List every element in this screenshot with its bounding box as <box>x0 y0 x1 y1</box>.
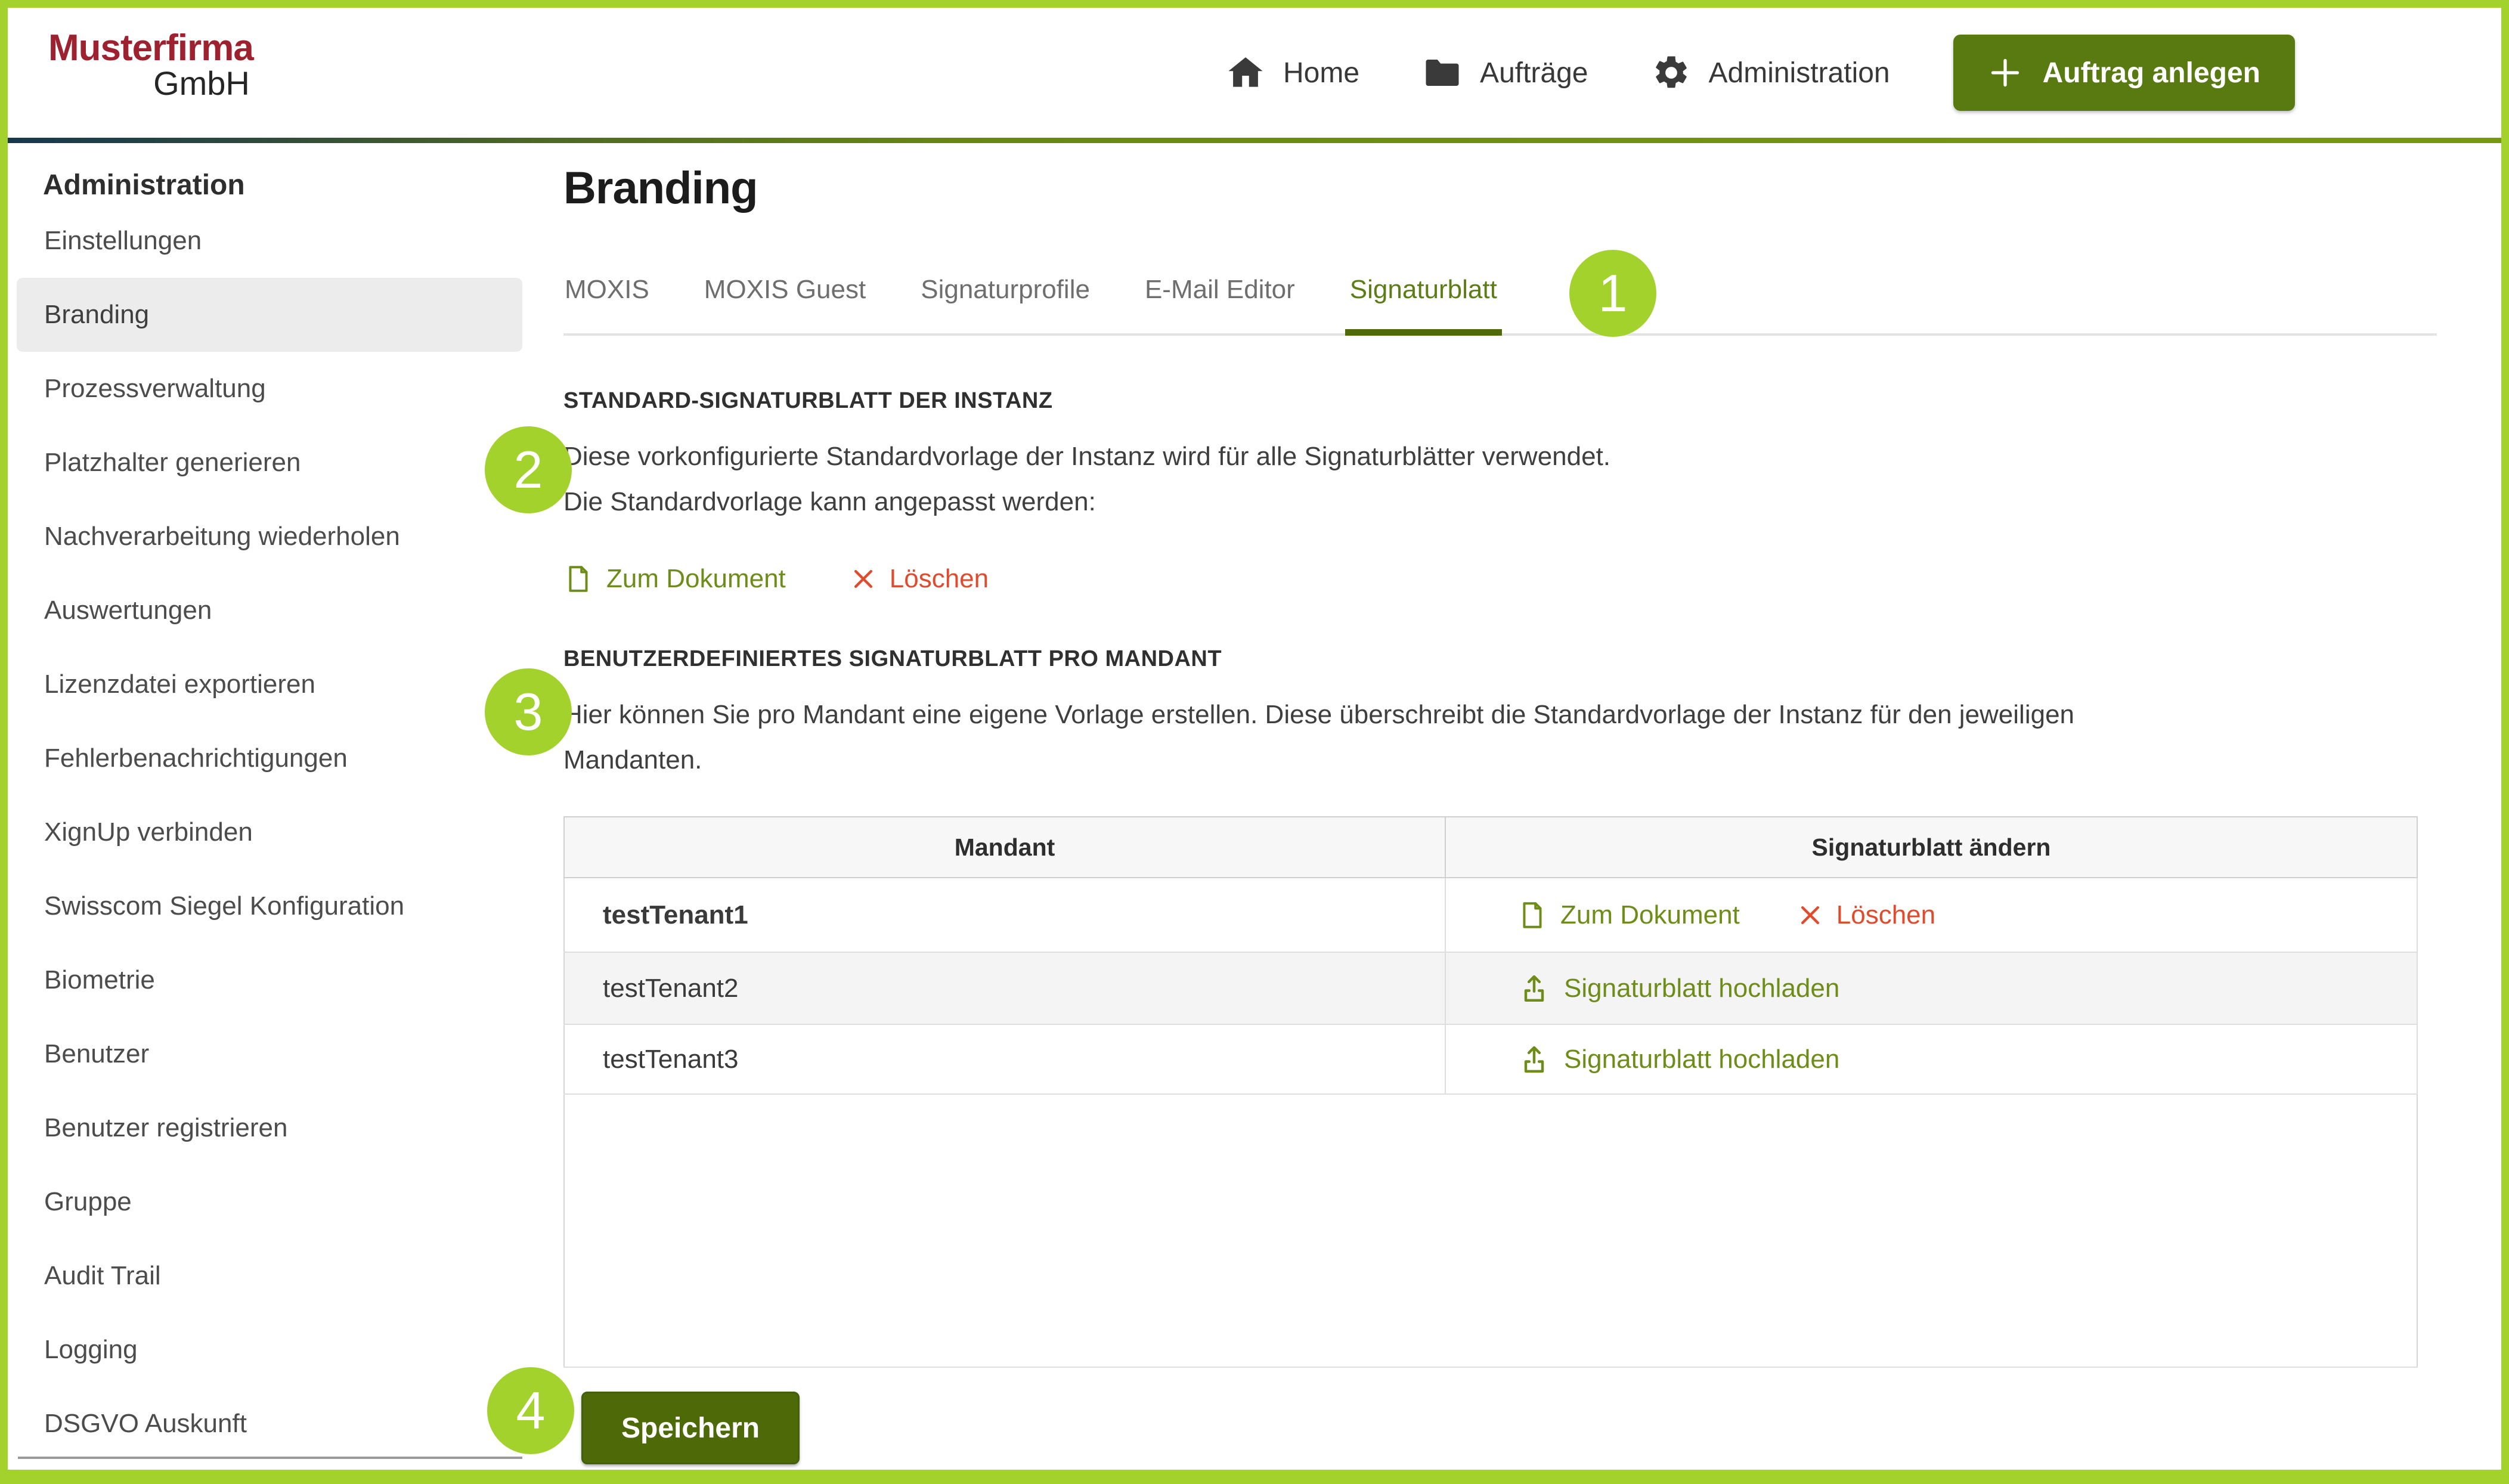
nav-label-administration: Administration <box>1709 57 1890 89</box>
header-divider <box>8 138 2501 143</box>
tenant2-upload-link[interactable]: Signaturblatt hochladen <box>1517 972 2417 1005</box>
sidebar-item-einstellungen[interactable]: Einstellungen <box>17 204 522 278</box>
tenant-name-cell: testTenant1 <box>564 878 1445 952</box>
standard-doc-link-label: Zum Dokument <box>606 564 786 594</box>
standard-doc-link[interactable]: Zum Dokument <box>563 564 786 594</box>
table-row-testtenant2: testTenant2 Signaturblatt hochladen <box>564 952 2417 1024</box>
section-standard-line1: Diese vorkonfigurierte Standardvorlage d… <box>563 434 2437 479</box>
section-custom-line2: Mandanten. <box>563 738 2437 783</box>
app-page: Musterfirma GmbH Home Aufträge Admini <box>0 0 2509 1484</box>
document-icon <box>1517 900 1547 930</box>
tenant1-delete-link[interactable]: Löschen <box>1797 900 1935 930</box>
annotation-badge-4: 4 <box>487 1367 574 1454</box>
tenant-actions-cell: Signaturblatt hochladen <box>1445 952 2417 1024</box>
plus-icon <box>1988 55 2022 90</box>
sidebar-bottom-divider <box>18 1457 522 1459</box>
standard-delete-link[interactable]: Löschen <box>850 564 989 594</box>
section-standard-text: Diese vorkonfigurierte Standardvorlage d… <box>563 434 2437 525</box>
document-icon <box>563 564 593 594</box>
standard-delete-link-label: Löschen <box>890 564 989 594</box>
sidebar-item-prozessverwaltung[interactable]: Prozessverwaltung <box>17 352 522 426</box>
folder-icon <box>1423 53 1462 92</box>
annotation-badge-3: 3 <box>485 668 572 755</box>
company-logo: Musterfirma GmbH <box>48 29 253 101</box>
create-order-label: Auftrag anlegen <box>2043 57 2260 89</box>
save-button[interactable]: Speichern <box>581 1392 800 1464</box>
section-custom-heading: BENUTZERDEFINIERTES SIGNATURBLATT PRO MA… <box>563 646 2437 672</box>
annotation-frame-bottom <box>0 1470 2509 1484</box>
section-standard-heading: STANDARD-SIGNATURBLATT DER INSTANZ <box>563 388 2437 414</box>
table-empty-area <box>564 1094 2417 1367</box>
tenant-actions-cell: Signaturblatt hochladen <box>1445 1024 2417 1094</box>
table-header-row: Mandant Signaturblatt ändern <box>564 817 2417 878</box>
tenant3-upload-link-label: Signaturblatt hochladen <box>1564 1045 1839 1074</box>
sidebar-item-branding[interactable]: Branding <box>17 278 522 352</box>
app-header: Musterfirma GmbH Home Aufträge Admini <box>8 8 2501 138</box>
annotation-frame-left <box>0 0 8 1484</box>
tab-moxis-guest[interactable]: MOXIS Guest <box>703 275 867 333</box>
sidebar-item-benutzer-registrieren[interactable]: Benutzer registrieren <box>17 1091 522 1165</box>
column-header-signaturblatt-aendern: Signaturblatt ändern <box>1445 817 2417 878</box>
x-delete-icon <box>1797 902 1823 928</box>
x-delete-icon <box>850 566 876 592</box>
annotation-frame-top <box>0 0 2509 8</box>
tab-signaturblatt[interactable]: Signaturblatt <box>1349 275 1498 333</box>
tab-email-editor[interactable]: E-Mail Editor <box>1144 275 1296 333</box>
tenant-table: Mandant Signaturblatt ändern testTenant1 <box>563 816 2418 1368</box>
create-order-button[interactable]: Auftrag anlegen <box>1953 35 2295 111</box>
sidebar-item-gruppe[interactable]: Gruppe <box>17 1165 522 1239</box>
logo-company-name: Musterfirma <box>48 29 253 67</box>
sidebar-item-lizenzdatei-exportieren[interactable]: Lizenzdatei exportieren <box>17 647 522 721</box>
upload-icon <box>1517 972 1551 1005</box>
sidebar-heading: Administration <box>17 162 522 207</box>
upload-icon <box>1517 1043 1551 1076</box>
annotation-badge-2: 2 <box>485 426 572 513</box>
main-content: Branding MOXIS MOXIS Guest Signaturprofi… <box>563 162 2437 1464</box>
tenant-name-cell: testTenant3 <box>564 1024 1445 1094</box>
home-icon <box>1226 53 1265 92</box>
nav-item-auftraege[interactable]: Aufträge <box>1423 53 1588 92</box>
sidebar-item-dsgvo-auskunft[interactable]: DSGVO Auskunft <box>17 1387 522 1461</box>
tenant1-doc-link-label: Zum Dokument <box>1560 900 1740 930</box>
branding-tabs: MOXIS MOXIS Guest Signaturprofile E-Mail… <box>563 275 2437 336</box>
sidebar-item-swisscom-siegel-konfiguration[interactable]: Swisscom Siegel Konfiguration <box>17 869 522 943</box>
sidebar-item-audit-trail[interactable]: Audit Trail <box>17 1239 522 1313</box>
tenant3-upload-link[interactable]: Signaturblatt hochladen <box>1517 1043 2417 1076</box>
tab-signaturprofile[interactable]: Signaturprofile <box>919 275 1091 333</box>
sidebar-item-biometrie[interactable]: Biometrie <box>17 943 522 1017</box>
sidebar-item-benutzer[interactable]: Benutzer <box>17 1017 522 1091</box>
sidebar-item-xignup-verbinden[interactable]: XignUp verbinden <box>17 795 522 869</box>
table-row-testtenant3: testTenant3 Signaturblatt hochladen <box>564 1024 2417 1094</box>
page-title: Branding <box>563 162 2437 214</box>
sidebar-list: Einstellungen Branding Prozessverwaltung… <box>17 204 522 1461</box>
tenant1-actions: Zum Dokument Löschen <box>1517 900 2417 930</box>
admin-sidebar: Administration Einstellungen Branding Pr… <box>17 162 522 1461</box>
annotation-badge-1: 1 <box>1569 250 1656 337</box>
nav-label-home: Home <box>1283 57 1359 89</box>
section-standard-line2: Die Standardvorlage kann angepasst werde… <box>563 479 2437 525</box>
nav-item-administration[interactable]: Administration <box>1652 53 1890 92</box>
annotation-frame-right <box>2501 0 2509 1484</box>
main-nav: Home Aufträge Administration Auftrag anl… <box>1226 8 2295 138</box>
tenant2-upload-link-label: Signaturblatt hochladen <box>1564 974 1839 1003</box>
section-custom-text: Hier können Sie pro Mandant eine eigene … <box>563 692 2437 783</box>
sidebar-item-nachverarbeitung-wiederholen[interactable]: Nachverarbeitung wiederholen <box>17 500 522 574</box>
tenant1-delete-link-label: Löschen <box>1836 900 1935 930</box>
logo-company-suffix: GmbH <box>48 66 253 101</box>
tenant-actions-cell: Zum Dokument Löschen <box>1445 878 2417 952</box>
sidebar-item-auswertungen[interactable]: Auswertungen <box>17 574 522 647</box>
nav-item-home[interactable]: Home <box>1226 53 1359 92</box>
standard-actions: Zum Dokument Löschen <box>563 564 2437 594</box>
tenant-name-cell: testTenant2 <box>564 952 1445 1024</box>
section-custom-line1: Hier können Sie pro Mandant eine eigene … <box>563 692 2437 738</box>
nav-label-auftraege: Aufträge <box>1480 57 1588 89</box>
sidebar-item-platzhalter-generieren[interactable]: Platzhalter generieren <box>17 426 522 500</box>
column-header-mandant: Mandant <box>564 817 1445 878</box>
sidebar-item-fehlerbenachrichtigungen[interactable]: Fehlerbenachrichtigungen <box>17 721 522 795</box>
tab-moxis[interactable]: MOXIS <box>563 275 651 333</box>
gear-icon <box>1652 53 1691 92</box>
tenant1-doc-link[interactable]: Zum Dokument <box>1517 900 1740 930</box>
sidebar-item-logging[interactable]: Logging <box>17 1313 522 1387</box>
table-row-testtenant1: testTenant1 Zum Dokument <box>564 878 2417 952</box>
